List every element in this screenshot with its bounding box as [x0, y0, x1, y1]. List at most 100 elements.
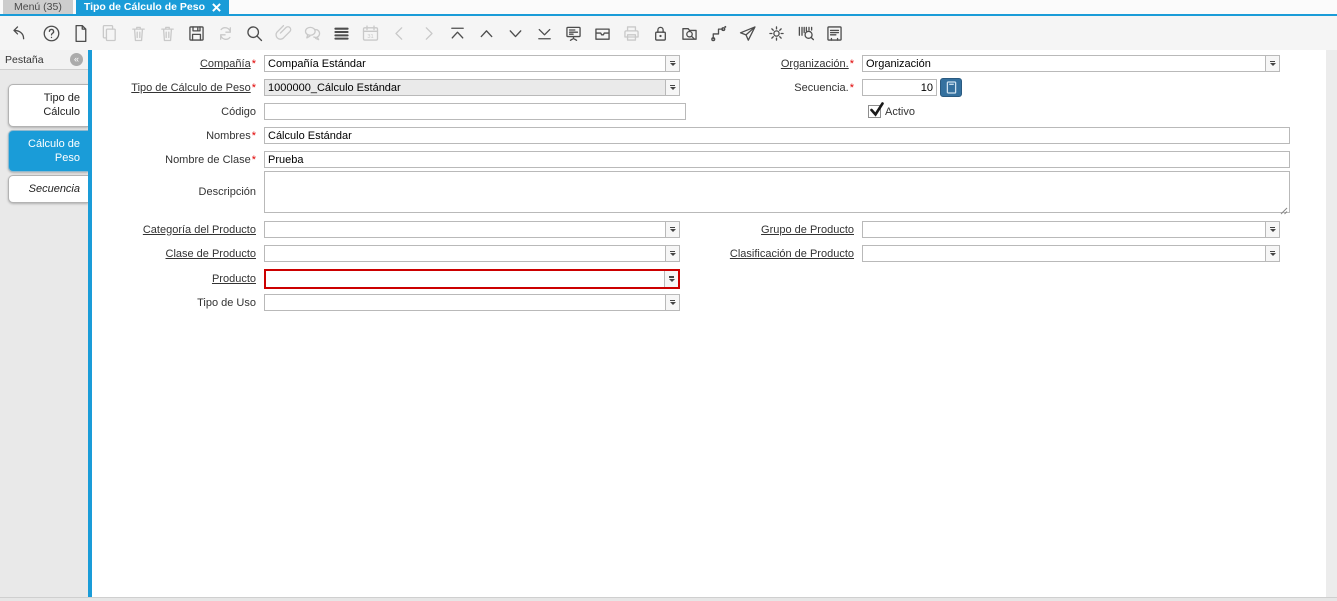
chevron-down-icon[interactable]	[665, 246, 679, 261]
producto-combobox[interactable]	[264, 269, 680, 289]
chevron-down-icon[interactable]	[665, 295, 679, 310]
parent-record-icon	[388, 22, 410, 44]
new-record-icon[interactable]	[69, 22, 91, 44]
bottom-edge	[0, 597, 1337, 601]
scrollbar-track[interactable]	[1326, 50, 1337, 597]
organizacion-combobox[interactable]	[862, 55, 1280, 72]
find-icon[interactable]	[243, 22, 265, 44]
activo-checkbox-group: Activo	[868, 105, 915, 118]
codigo-input[interactable]	[264, 103, 686, 120]
descripcion-textarea[interactable]	[264, 171, 1290, 213]
close-icon[interactable]	[212, 3, 221, 12]
product-info-icon[interactable]	[794, 22, 816, 44]
workflow-icon[interactable]	[707, 22, 729, 44]
required-asterisk: *	[252, 154, 256, 166]
chevron-down-icon[interactable]	[1265, 246, 1279, 261]
record-info-icon[interactable]	[678, 22, 700, 44]
chevron-down-icon[interactable]	[664, 271, 678, 287]
producto-input[interactable]	[266, 271, 664, 287]
tab-sidebar: Pestaña « Tipo de Cálculo Cálculo de Pes…	[0, 50, 88, 597]
svg-text:31: 31	[367, 33, 373, 39]
activo-label: Activo	[885, 106, 915, 118]
sidebar-item-tipo-de-calculo[interactable]: Tipo de Cálculo	[8, 84, 88, 127]
organizacion-label: Organización. *	[680, 58, 862, 70]
sidebar-item-calculo-de-peso[interactable]: Cálculo de Peso	[8, 130, 88, 173]
sidebar-item-secuencia[interactable]: Secuencia	[8, 175, 88, 203]
grupo-producto-label: Grupo de Producto	[680, 224, 862, 236]
first-record-icon[interactable]	[446, 22, 468, 44]
secuencia-label: Secuencia. *	[680, 82, 862, 94]
tab-tipo-de-calculo-de-peso[interactable]: Tipo de Cálculo de Peso	[76, 0, 229, 14]
chevron-down-icon[interactable]	[1265, 222, 1279, 237]
preference-icon[interactable]	[765, 22, 787, 44]
last-record-icon[interactable]	[533, 22, 555, 44]
nombres-input[interactable]	[264, 127, 1290, 144]
tipo-uso-combobox[interactable]	[264, 294, 680, 311]
report-icon[interactable]	[562, 22, 584, 44]
compania-combobox[interactable]	[264, 55, 680, 72]
grupo-producto-input[interactable]	[863, 222, 1265, 237]
form-panel: Compañía * Organización. *	[92, 50, 1337, 597]
row-codigo-activo: Código Activo	[96, 103, 1337, 120]
tipo-uso-label: Tipo de Uso	[96, 297, 264, 309]
grid-toggle-icon[interactable]	[330, 22, 352, 44]
required-asterisk: *	[252, 58, 256, 70]
required-asterisk: *	[850, 58, 854, 70]
calendar-icon: 31	[359, 22, 381, 44]
clasificacion-producto-input[interactable]	[863, 246, 1265, 261]
undo-icon[interactable]	[6, 22, 28, 44]
tipo-calculo-peso-combobox[interactable]	[264, 79, 680, 96]
row-nombres: Nombres *	[96, 127, 1337, 144]
nombre-clase-input[interactable]	[264, 151, 1290, 168]
request-icon[interactable]	[736, 22, 758, 44]
grupo-producto-combobox[interactable]	[862, 221, 1280, 238]
row-categoria-grupo: Categoría del Producto Grupo de Producto	[96, 221, 1337, 238]
previous-record-icon[interactable]	[475, 22, 497, 44]
save-icon[interactable]	[185, 22, 207, 44]
chevron-down-icon[interactable]	[665, 80, 679, 95]
organizacion-input[interactable]	[863, 56, 1265, 71]
tipo-uso-input[interactable]	[265, 295, 665, 310]
help-icon[interactable]	[40, 22, 62, 44]
required-asterisk: *	[252, 130, 256, 142]
calculator-button[interactable]	[940, 78, 962, 97]
categoria-producto-input[interactable]	[265, 222, 665, 237]
tipo-calculo-peso-input[interactable]	[265, 80, 665, 95]
clase-producto-label: Clase de Producto	[96, 248, 264, 260]
categoria-producto-label: Categoría del Producto	[96, 224, 264, 236]
archive-icon[interactable]	[591, 22, 613, 44]
resize-handle-icon[interactable]	[1280, 202, 1288, 210]
row-descripcion: Descripción	[96, 171, 1337, 213]
toolbar: 31	[0, 16, 1337, 50]
next-record-icon[interactable]	[504, 22, 526, 44]
tab-menu[interactable]: Menú (35)	[3, 0, 73, 14]
secuencia-input[interactable]	[862, 79, 937, 96]
compania-label: Compañía *	[96, 58, 264, 70]
tab-label: Tipo de Cálculo de Peso	[84, 1, 205, 13]
categoria-producto-combobox[interactable]	[264, 221, 680, 238]
producto-label: Producto	[96, 273, 264, 285]
clase-producto-input[interactable]	[265, 246, 665, 261]
refresh-icon	[214, 22, 236, 44]
chat-icon	[301, 22, 323, 44]
compania-input[interactable]	[265, 56, 665, 71]
chevron-down-icon[interactable]	[665, 222, 679, 237]
chevron-down-icon[interactable]	[665, 56, 679, 71]
sidebar-tab-list: Tipo de Cálculo Cálculo de Peso Secuenci…	[0, 70, 88, 203]
lock-icon[interactable]	[649, 22, 671, 44]
row-clase-clasificacion: Clase de Producto Clasificación de Produ…	[96, 245, 1337, 262]
main-area: Pestaña « Tipo de Cálculo Cálculo de Pes…	[0, 50, 1337, 597]
row-tipo-uso: Tipo de Uso	[96, 294, 1337, 311]
row-nombre-clase: Nombre de Clase *	[96, 151, 1337, 168]
clasificacion-producto-combobox[interactable]	[862, 245, 1280, 262]
chevron-down-icon[interactable]	[1265, 56, 1279, 71]
app-window: Menú (35) Tipo de Cálculo de Peso 31 Pes…	[0, 0, 1337, 601]
report-window-icon[interactable]	[823, 22, 845, 44]
descripcion-label: Descripción	[96, 186, 264, 198]
required-asterisk: *	[850, 82, 854, 94]
nombres-label: Nombres *	[96, 130, 264, 142]
clase-producto-combobox[interactable]	[264, 245, 680, 262]
attachment-icon	[272, 22, 294, 44]
activo-checkbox[interactable]	[868, 105, 881, 118]
collapse-sidebar-icon[interactable]: «	[70, 53, 83, 66]
